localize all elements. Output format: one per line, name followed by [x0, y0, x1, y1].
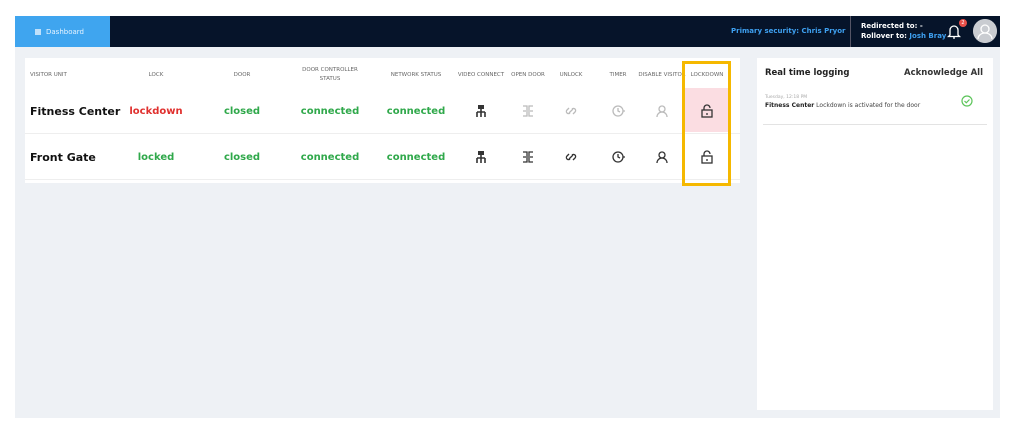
video-connect-icon	[476, 105, 486, 117]
network-status: connected	[386, 151, 446, 163]
primary-security: Primary security: Chris Pryor	[731, 27, 846, 35]
open-door-icon	[523, 151, 533, 163]
column-header: DOOR	[233, 71, 251, 78]
unlock-button[interactable]	[564, 134, 578, 180]
log-subject: Fitness Center	[765, 102, 815, 109]
rollover-label: Rollover to:	[861, 32, 907, 40]
controller-status: connected	[300, 105, 360, 117]
redirected-label: Redirected to:	[861, 22, 918, 30]
main-area: VISITOR UNIT LOCK DOOR DOOR CONTROLLER STAT…	[15, 47, 1000, 418]
open-door-button[interactable]	[521, 88, 535, 134]
redirect-info: Redirected to: - Rollover to: Josh Bray	[861, 21, 946, 41]
real-time-logging-panel: Real time logging Acknowledge All Tuesda…	[757, 58, 993, 410]
tab-dashboard[interactable]: Dashboard	[15, 16, 110, 47]
unlock-icon	[565, 107, 577, 115]
acknowledge-all-button[interactable]: Acknowledge All	[904, 68, 983, 78]
column-header: VISITOR UNIT	[30, 71, 67, 78]
table-row: Fitness Center lockdown closed connected con…	[25, 88, 740, 134]
unlock-button[interactable]	[564, 88, 578, 134]
log-message: Fitness Center Lockdown is activated for…	[765, 102, 920, 109]
unit-name: Front Gate	[30, 150, 96, 164]
notification-badge: 2	[959, 19, 967, 27]
column-header: LOCK	[148, 71, 164, 78]
log-text: Lockdown is activated for the door	[816, 102, 921, 109]
timer-icon	[612, 151, 625, 163]
unlock-icon	[565, 153, 577, 161]
column-header: DISABLE VISITOR	[638, 71, 686, 78]
visitor-units-table: VISITOR UNIT LOCK DOOR DOOR CONTROLLER STAT…	[25, 58, 740, 186]
lock-status: lockdown	[129, 105, 183, 117]
log-time: Tuesday, 12:18 PM	[765, 95, 808, 100]
video-connect-button[interactable]	[474, 134, 488, 180]
avatar[interactable]	[973, 19, 997, 43]
open-door-button[interactable]	[521, 134, 535, 180]
column-header: VIDEO CONNECT	[457, 71, 505, 78]
timer-button[interactable]	[611, 134, 625, 180]
disable-visitor-button[interactable]	[655, 88, 669, 134]
controller-status: connected	[300, 151, 360, 163]
tab-label: Dashboard	[46, 27, 84, 36]
divider	[850, 16, 851, 47]
column-header: UNLOCK	[559, 71, 583, 78]
timer-button[interactable]	[611, 88, 625, 134]
disable-visitor-icon	[656, 151, 668, 164]
lock-status: locked	[137, 151, 175, 163]
column-header: DOOR CONTROLLER STATUS	[302, 67, 358, 82]
check-circle-icon[interactable]	[961, 95, 973, 107]
lockdown-column-highlight	[682, 61, 731, 186]
top-bar: Dashboard Primary security: Chris Pryor …	[15, 16, 1000, 47]
table-row: Front Gate locked closed connected connected	[25, 134, 740, 180]
redirected-value: -	[919, 22, 923, 30]
disable-visitor-icon	[656, 105, 668, 118]
video-connect-icon	[476, 151, 486, 163]
column-header: TIMER	[609, 71, 627, 78]
video-connect-button[interactable]	[474, 88, 488, 134]
network-status: connected	[386, 105, 446, 117]
door-status: closed	[223, 105, 261, 117]
rollover-value[interactable]: Josh Bray	[909, 32, 946, 40]
column-header: OPEN DOOR	[511, 71, 545, 78]
panel-title: Real time logging	[765, 68, 850, 78]
disable-visitor-button[interactable]	[655, 134, 669, 180]
unit-name: Fitness Center	[30, 104, 121, 118]
column-header: NETWORK STATUS	[390, 71, 442, 78]
divider	[763, 124, 987, 125]
timer-icon	[612, 105, 625, 117]
dashboard-icon	[35, 28, 41, 35]
door-status: closed	[223, 151, 261, 163]
open-door-icon	[523, 105, 533, 117]
